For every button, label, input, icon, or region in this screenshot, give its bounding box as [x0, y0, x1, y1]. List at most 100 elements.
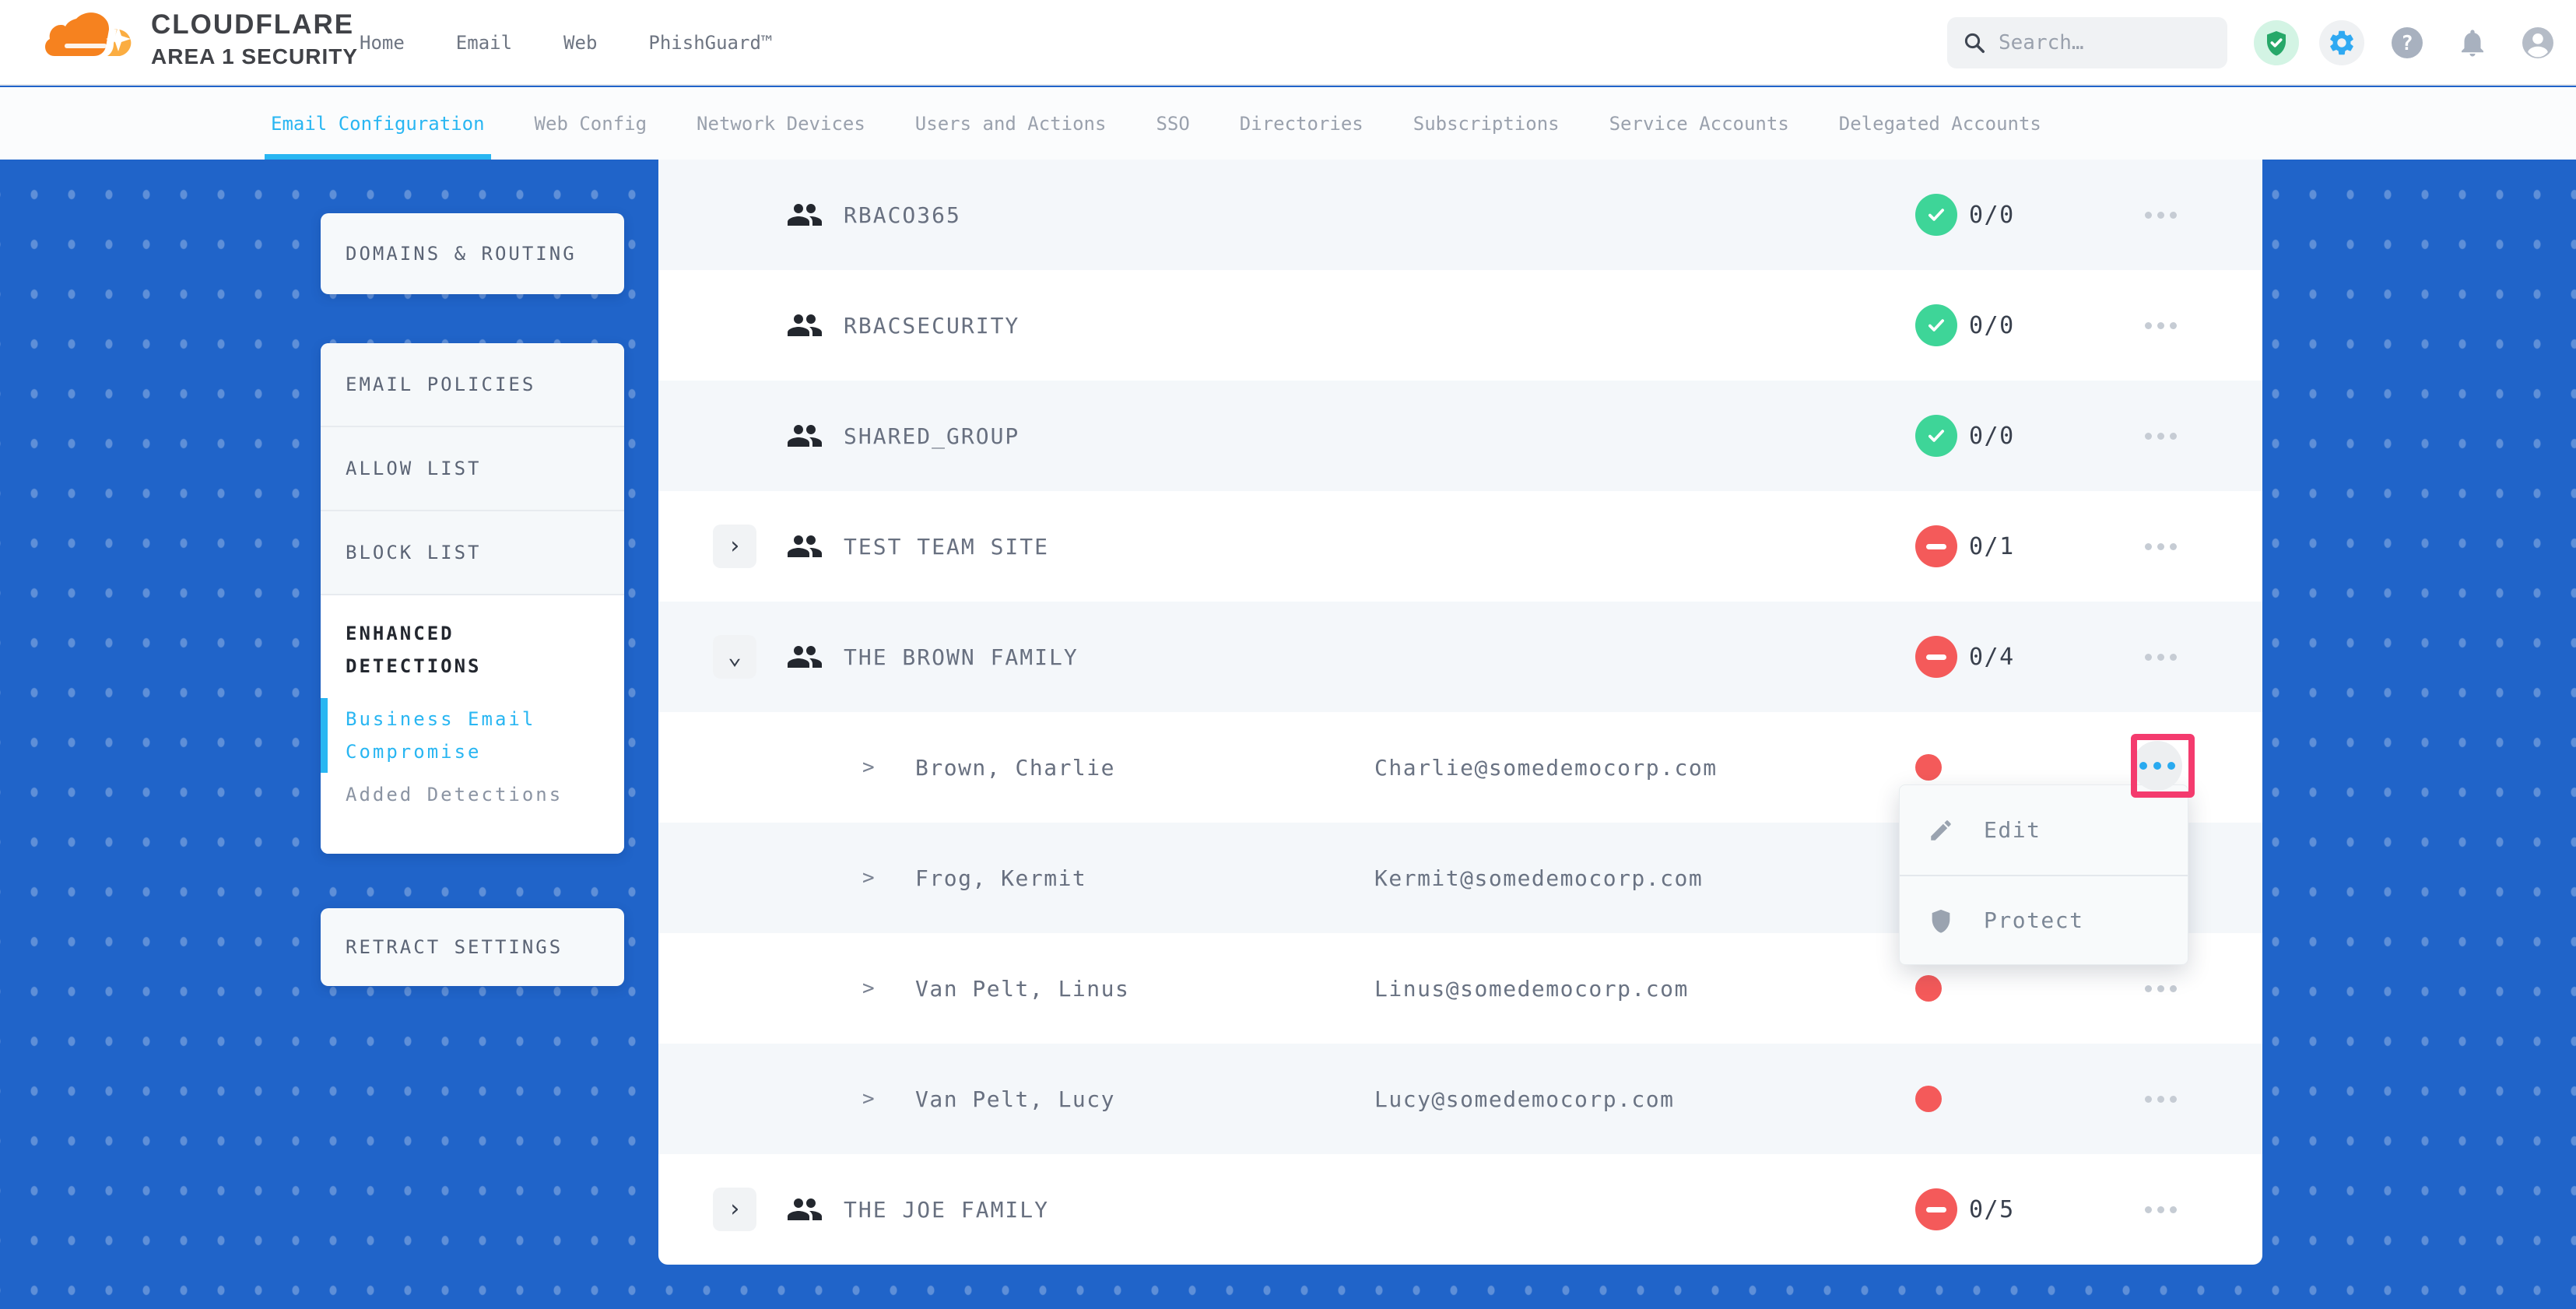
- search-box[interactable]: [1947, 17, 2227, 68]
- menu-item-edit[interactable]: Edit: [1900, 785, 2188, 875]
- table-row[interactable]: RBACO365 0/0: [658, 160, 2262, 270]
- sidebar-item-domains-routing[interactable]: DOMAINS & ROUTING: [321, 213, 624, 294]
- shield-icon: [1928, 907, 1954, 934]
- group-icon: [786, 638, 823, 676]
- settings-button[interactable]: [2319, 20, 2364, 65]
- table-row[interactable]: › THE JOE FAMILY 0/5: [658, 1154, 2262, 1265]
- table-row[interactable]: > Van Pelt, Lucy Lucy@somedemocorp.com: [658, 1044, 2262, 1154]
- user-email: Charlie@somedemocorp.com: [1374, 712, 1718, 823]
- user-row-marker: >: [862, 933, 875, 1044]
- brand-name: CLOUDFLARE: [151, 6, 358, 44]
- status-red-dot: [1915, 1086, 1942, 1112]
- user-email: Lucy@somedemocorp.com: [1374, 1044, 1675, 1154]
- tab-directories[interactable]: Directories: [1240, 87, 1363, 160]
- row-actions-menu: Edit Protect: [1899, 784, 2188, 965]
- chevron-right-icon: ›: [728, 1198, 742, 1221]
- row-actions-button[interactable]: [2133, 270, 2188, 381]
- group-icon: [786, 528, 823, 565]
- tab-users-and-actions[interactable]: Users and Actions: [915, 87, 1107, 160]
- collapse-button[interactable]: ⌄: [713, 635, 756, 679]
- status-blocked-icon: [1915, 636, 1957, 678]
- status-blocked-icon: [1915, 525, 1957, 567]
- sidebar-item-email-policies[interactable]: EMAIL POLICIES: [321, 343, 624, 427]
- nav-email[interactable]: Email: [456, 32, 512, 54]
- tab-sso[interactable]: SSO: [1156, 87, 1189, 160]
- group-name: SHARED_GROUP: [844, 381, 1020, 491]
- avatar-icon: [2519, 24, 2557, 61]
- tab-delegated-accounts[interactable]: Delegated Accounts: [1839, 87, 2041, 160]
- sidebar-item-retract-settings[interactable]: RETRACT SETTINGS: [321, 908, 624, 986]
- search-input[interactable]: [1999, 31, 2201, 54]
- enhanced-detections-heading[interactable]: ENHANCED DETECTIONS: [346, 617, 602, 683]
- user-name: Brown, Charlie: [915, 712, 1115, 823]
- table-row[interactable]: RBACSECURITY 0/0: [658, 270, 2262, 381]
- menu-item-protect[interactable]: Protect: [1900, 875, 2188, 964]
- pencil-icon: [1928, 817, 1954, 844]
- expand-button[interactable]: ›: [713, 525, 756, 568]
- user-email: Kermit@somedemocorp.com: [1374, 823, 1703, 933]
- nav-home[interactable]: Home: [360, 32, 405, 54]
- table-row[interactable]: SHARED_GROUP 0/0: [658, 381, 2262, 491]
- group-name: RBACO365: [844, 160, 961, 270]
- nav-web[interactable]: Web: [563, 32, 597, 54]
- status-red-dot: [1915, 975, 1942, 1002]
- protection-status-button[interactable]: [2254, 20, 2299, 65]
- header-icons: ?: [2254, 0, 2560, 86]
- domains-routing-card[interactable]: DOMAINS & ROUTING: [321, 213, 624, 294]
- user-email: Linus@somedemocorp.com: [1374, 933, 1689, 1044]
- group-name: TEST TEAM SITE: [844, 491, 1049, 602]
- user-name: Frog, Kermit: [915, 823, 1086, 933]
- row-actions-button[interactable]: [2133, 160, 2188, 270]
- row-actions-button[interactable]: [2133, 381, 2188, 491]
- notifications-button[interactable]: [2450, 20, 2495, 65]
- group-name: RBACSECURITY: [844, 270, 1020, 381]
- sidebar-item-allow-list[interactable]: ALLOW LIST: [321, 427, 624, 511]
- active-item-bar: [321, 698, 328, 773]
- tab-network-devices[interactable]: Network Devices: [697, 87, 865, 160]
- brand-subtitle: AREA 1 SECURITY: [151, 44, 358, 70]
- cloudflare-logo: CLOUDFLARE AREA 1 SECURITY: [45, 6, 358, 73]
- sidebar-item-block-list[interactable]: BLOCK LIST: [321, 511, 624, 595]
- table-row[interactable]: › TEST TEAM SITE 0/1: [658, 491, 2262, 602]
- sidebar-item-added-detections[interactable]: Added Detections: [346, 784, 599, 805]
- svg-text:?: ?: [2401, 32, 2413, 55]
- table-row[interactable]: ⌄ THE BROWN FAMILY 0/4: [658, 602, 2262, 712]
- status-blocked-icon: [1915, 1188, 1957, 1230]
- member-count: 0/1: [1969, 491, 2015, 602]
- status-ok-icon: [1915, 194, 1957, 236]
- status-ok-icon: [1915, 415, 1957, 457]
- row-actions-button[interactable]: [2133, 1044, 2188, 1154]
- group-icon: [786, 1191, 823, 1228]
- tab-web-config[interactable]: Web Config: [535, 87, 648, 160]
- gear-icon: [2327, 28, 2357, 58]
- bell-icon: [2456, 26, 2489, 59]
- member-count: 0/5: [1969, 1154, 2015, 1265]
- search-icon: [1963, 31, 1986, 54]
- member-count: 0/4: [1969, 602, 2015, 712]
- account-button[interactable]: [2515, 20, 2560, 65]
- group-name: THE BROWN FAMILY: [844, 602, 1079, 712]
- row-actions-button-active[interactable]: [2132, 741, 2182, 791]
- tab-email-configuration[interactable]: Email Configuration: [271, 87, 485, 160]
- group-name: THE JOE FAMILY: [844, 1154, 1049, 1265]
- expand-button[interactable]: ›: [713, 1188, 756, 1231]
- status-ok-icon: [1915, 304, 1957, 346]
- row-actions-button[interactable]: [2133, 1154, 2188, 1265]
- row-actions-button[interactable]: [2133, 491, 2188, 602]
- status-red-dot: [1915, 754, 1942, 781]
- help-button[interactable]: ?: [2385, 20, 2430, 65]
- row-actions-button[interactable]: [2133, 602, 2188, 712]
- tab-service-accounts[interactable]: Service Accounts: [1609, 87, 1789, 160]
- group-icon: [786, 196, 823, 233]
- user-row-marker: >: [862, 712, 875, 823]
- sidebar-item-business-email-compromise[interactable]: Business Email Compromise: [346, 703, 599, 768]
- cloudflare-cloud-icon: [45, 6, 145, 73]
- group-icon: [786, 417, 823, 454]
- user-row-marker: >: [862, 1044, 875, 1154]
- question-icon: ?: [2388, 24, 2426, 61]
- retract-settings-card[interactable]: RETRACT SETTINGS: [321, 908, 624, 986]
- user-row-marker: >: [862, 823, 875, 933]
- app-header: CLOUDFLARE AREA 1 SECURITY Home Email We…: [0, 0, 2576, 86]
- tab-subscriptions[interactable]: Subscriptions: [1413, 87, 1560, 160]
- nav-phishguard[interactable]: PhishGuard™: [648, 32, 772, 54]
